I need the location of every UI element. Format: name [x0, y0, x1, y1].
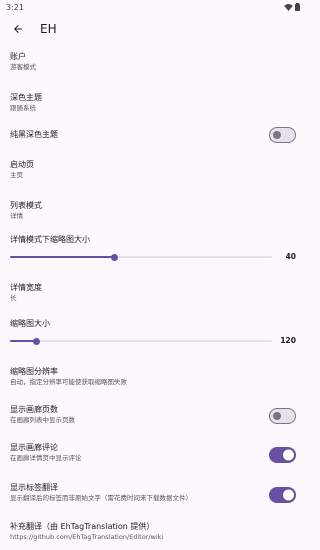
setting-summary: 显示翻译后的标签而非原始文字（需花费时间来下载数据文件）	[10, 494, 192, 502]
setting-summary: 详情	[10, 212, 23, 220]
setting-start-page[interactable]: 启动页 主页	[10, 159, 296, 180]
slider-value: 120	[280, 336, 296, 345]
setting-show-comments[interactable]: 显示画廊评论 在画廊详情页中显示评论	[10, 442, 296, 463]
setting-summary: https://github.com/EhTagTranslation/Edit…	[10, 533, 164, 541]
arrow-back-icon	[14, 25, 22, 33]
setting-summary: 主页	[10, 171, 23, 179]
setting-show-tag-translation[interactable]: 显示标签翻译 显示翻译后的标签而非原始文字（需花费时间来下载数据文件）	[10, 482, 296, 503]
wifi-icon	[284, 3, 293, 11]
setting-account[interactable]: 账户 游客模式	[10, 51, 296, 72]
status-bar: 3:21	[0, 0, 306, 14]
pure-black-switch[interactable]	[269, 127, 296, 143]
setting-summary: 在画廊列表中显示页数	[10, 416, 75, 424]
setting-thumb-resolution[interactable]: 缩略图分辨率 自动，指定分辨率可能使获取缩略图失败	[10, 366, 296, 387]
setting-detail-thumb-size: 详情模式下缩略图大小	[10, 234, 296, 245]
slider-fill	[10, 256, 115, 258]
slider-thumb[interactable]	[32, 337, 40, 345]
setting-title: 详情宽度	[10, 283, 42, 292]
setting-title: 显示画廊页数	[10, 405, 58, 414]
setting-summary: 长	[10, 294, 17, 302]
top-app-bar: EH	[0, 14, 306, 44]
setting-title: 纯黑深色主题	[10, 130, 58, 139]
setting-title: 深色主题	[10, 93, 42, 102]
setting-show-page-count[interactable]: 显示画廊页数 在画廊列表中显示页数	[10, 404, 296, 425]
back-button[interactable]	[8, 19, 28, 39]
setting-title: 显示标签翻译	[10, 483, 58, 492]
slider-track	[10, 253, 272, 261]
slider-thumb[interactable]	[111, 253, 119, 261]
show-page-count-switch[interactable]	[269, 408, 296, 424]
setting-summary: 游客模式	[10, 63, 36, 71]
setting-title: 列表模式	[10, 201, 42, 210]
setting-list-mode[interactable]: 列表模式 详情	[10, 200, 296, 221]
setting-detail-width[interactable]: 详情宽度 长	[10, 282, 296, 303]
setting-title: 详情模式下缩略图大小	[10, 235, 90, 244]
setting-title: 缩略图大小	[10, 319, 50, 328]
setting-title: 启动页	[10, 160, 34, 169]
show-tag-translation-switch[interactable]	[269, 487, 296, 503]
thumb-size-slider[interactable]: 120	[10, 334, 296, 348]
slider-value: 40	[285, 252, 296, 261]
setting-summary: 在画廊详情页中显示评论	[10, 454, 82, 462]
setting-supplement-translation[interactable]: 补充翻译（由 EhTagTranslation 提供） https://gith…	[10, 521, 296, 542]
setting-dark-theme[interactable]: 深色主题 跟随系统	[10, 92, 296, 113]
setting-title: 缩略图分辨率	[10, 367, 58, 376]
status-time: 3:21	[6, 2, 24, 12]
detail-thumb-size-slider[interactable]: 40	[10, 250, 296, 264]
setting-title: 显示画廊评论	[10, 443, 58, 452]
setting-summary: 自动，指定分辨率可能使获取缩略图失败	[10, 378, 127, 386]
status-icons	[284, 3, 300, 11]
show-comments-switch[interactable]	[269, 447, 296, 463]
setting-title: 账户	[10, 52, 26, 61]
page-title: EH	[40, 22, 57, 36]
setting-title: 补充翻译（由 EhTagTranslation 提供）	[10, 522, 155, 531]
setting-summary: 跟随系统	[10, 104, 36, 112]
battery-icon	[295, 3, 300, 11]
slider-track	[10, 337, 272, 345]
setting-thumb-size: 缩略图大小	[10, 318, 296, 329]
setting-pure-black[interactable]: 纯黑深色主题	[10, 127, 296, 143]
